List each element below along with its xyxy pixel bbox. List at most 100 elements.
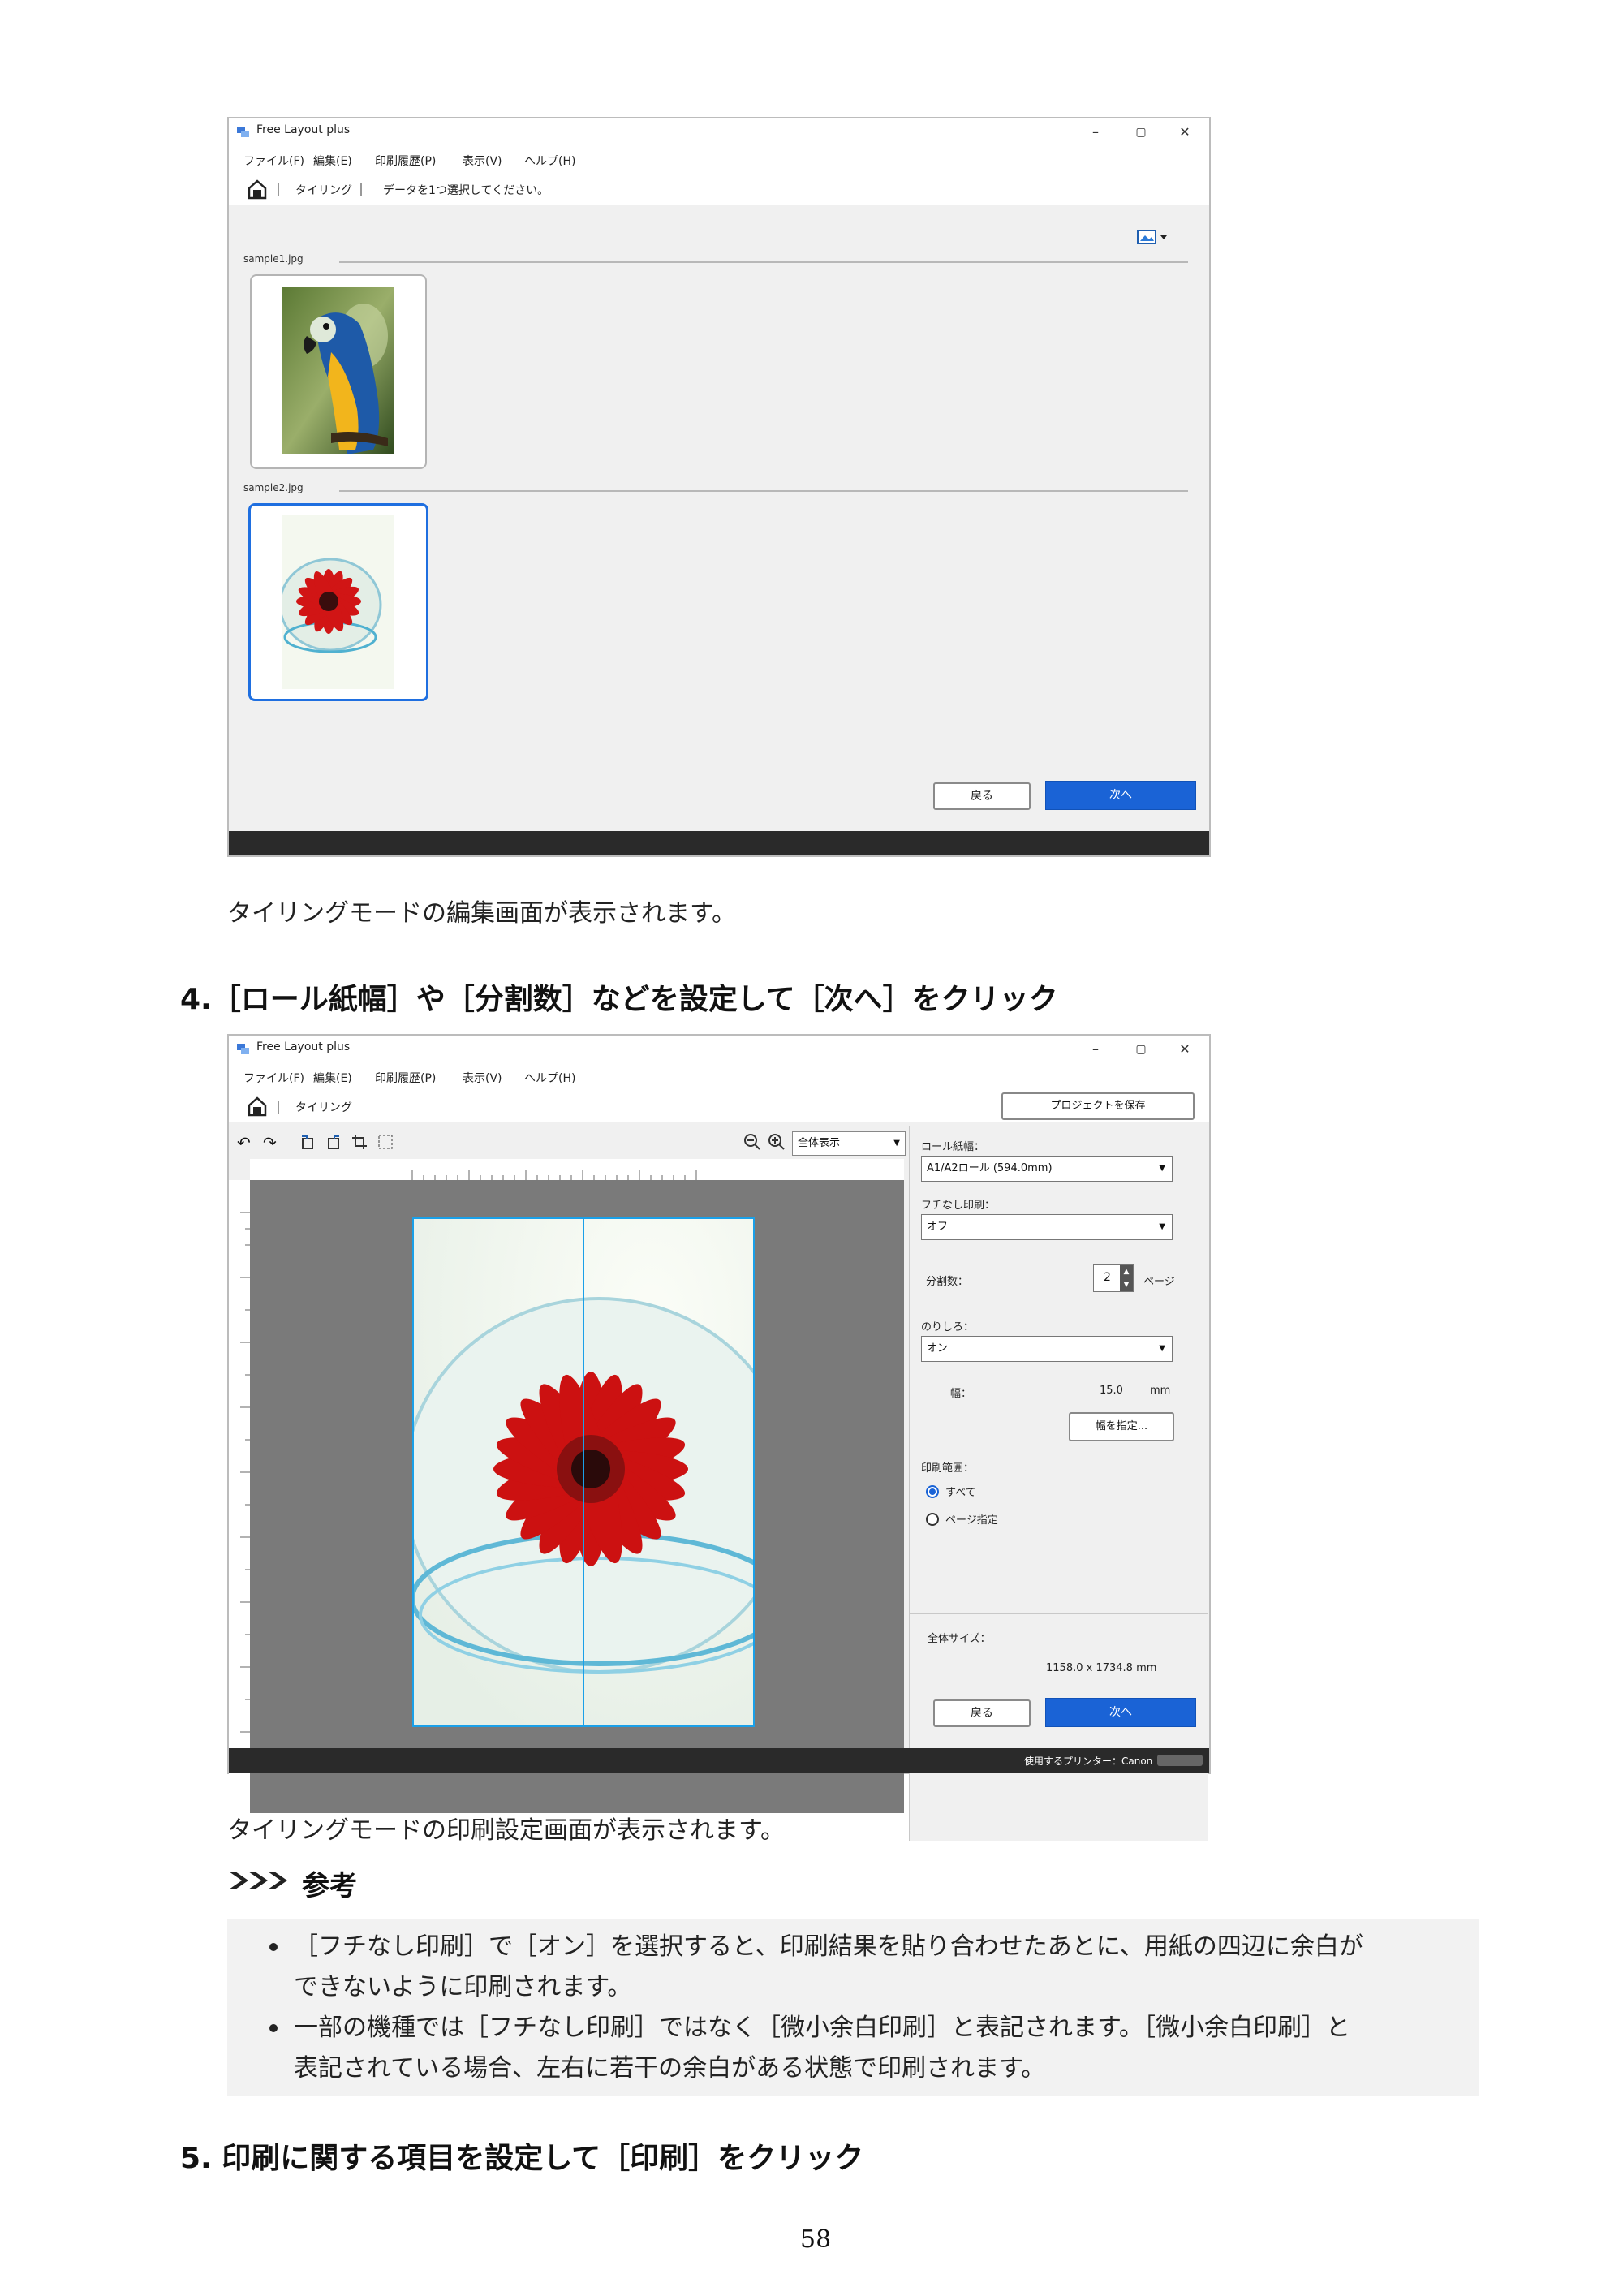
menu-print-history[interactable]: 印刷履歴(P) — [375, 1070, 436, 1086]
window-title: Free Layout plus — [256, 1040, 351, 1053]
step-4-heading: 4.［ロール紙幅］や［分割数］などを設定して［次へ］をクリック — [180, 983, 1058, 1016]
breadcrumb-tiling[interactable]: タイリング — [295, 182, 352, 198]
status-bar — [229, 831, 1209, 855]
undo-icon[interactable]: ↶ — [237, 1133, 255, 1152]
window-title: Free Layout plus — [256, 123, 351, 136]
borderless-label: フチなし印刷： — [921, 1200, 996, 1212]
tiling-select-window: Free Layout plus – ▢ ✕ ファイル(F) 編集(E) 印刷履… — [227, 117, 1211, 857]
thumbnail-sample2-selected[interactable] — [248, 503, 428, 701]
menu-view[interactable]: 表示(V) — [463, 1070, 502, 1086]
menu-bar: ファイル(F) 編集(E) 印刷履歴(P) 表示(V) ヘルプ(H) — [229, 1065, 1209, 1091]
close-button[interactable]: ✕ — [1160, 120, 1209, 144]
bullet — [269, 2024, 278, 2032]
menu-edit[interactable]: 編集(E) — [313, 153, 352, 169]
printer-label: 使用するプリンター：Canon — [1024, 1755, 1153, 1767]
menu-print-history[interactable]: 印刷履歴(P) — [375, 153, 436, 169]
crop-icon[interactable] — [351, 1133, 368, 1151]
print-range-label: 印刷範囲： — [921, 1462, 975, 1475]
panel-divider — [910, 1613, 1208, 1614]
breadcrumb-tiling[interactable]: タイリング — [295, 1099, 352, 1115]
back-button[interactable]: 戻る — [933, 782, 1031, 810]
caption-print-settings: タイリングモードの印刷設定画面が表示されます。 — [227, 1816, 785, 1845]
app-icon — [237, 1044, 249, 1054]
menu-edit[interactable]: 編集(E) — [313, 1070, 352, 1086]
instruction-text: データを1つ選択してください。 — [383, 184, 549, 197]
save-project-button[interactable]: プロジェクトを保存 — [1001, 1092, 1195, 1120]
menu-help[interactable]: ヘルプ(H) — [524, 153, 575, 169]
title-bar: Free Layout plus – ▢ ✕ — [229, 118, 1209, 148]
step-5-heading: 5. 印刷に関する項目を設定して［印刷］をクリック — [180, 2142, 864, 2175]
width-label: 幅： — [950, 1388, 972, 1400]
borderless-select[interactable]: オフ ▼ — [921, 1214, 1173, 1240]
app-icon — [237, 127, 249, 137]
menu-help[interactable]: ヘルプ(H) — [524, 1070, 575, 1086]
note-item-1-line-2: できないように印刷されます。 — [294, 1973, 632, 2001]
zoom-value: 全体表示 — [798, 1137, 841, 1149]
menu-file[interactable]: ファイル(F) — [243, 1070, 304, 1086]
preview-canvas[interactable] — [250, 1180, 904, 1813]
margin-select[interactable]: オン ▼ — [921, 1336, 1173, 1362]
tiling-print-settings-window: Free Layout plus – ▢ ✕ ファイル(F) 編集(E) 印刷履… — [227, 1034, 1211, 1841]
zoom-select[interactable]: 全体表示 ▼ — [792, 1131, 906, 1156]
range-all-label: すべて — [945, 1487, 976, 1499]
roll-width-select[interactable]: A1/A2ロール (594.0mm) ▼ — [921, 1156, 1173, 1182]
edit-toolbar: ↶ ↷ 全体表示 ▼ — [229, 1126, 906, 1159]
margin-label: のりしろ： — [921, 1321, 975, 1333]
next-button[interactable]: 次へ — [1045, 1698, 1196, 1727]
tile-page-1 — [412, 1217, 584, 1727]
range-pages-radio[interactable] — [926, 1513, 939, 1526]
printer-name-redacted — [1157, 1755, 1203, 1766]
tile-page-2 — [583, 1217, 755, 1727]
breadcrumb-separator — [278, 183, 279, 196]
breadcrumb-separator — [278, 1101, 279, 1114]
breadcrumb: タイリング プロジェクトを保存 — [229, 1091, 1209, 1122]
total-size-label: 全体サイズ： — [928, 1633, 991, 1645]
zoom-out-icon[interactable] — [743, 1133, 761, 1151]
specify-width-button[interactable]: 幅を指定... — [1069, 1412, 1174, 1441]
home-icon[interactable] — [247, 179, 268, 200]
note-item-1-line-1: ［フチなし印刷］で［オン］を選択すると、印刷結果を貼り合わせたあとに、用紙の四辺… — [294, 1932, 1363, 1961]
horizontal-ruler — [250, 1159, 904, 1181]
next-button[interactable]: 次へ — [1045, 781, 1196, 810]
thumbnail-sample1[interactable] — [250, 274, 427, 469]
note-arrows-icon — [229, 1872, 287, 1889]
minimize-button[interactable]: – — [1071, 1037, 1120, 1062]
divisions-stepper[interactable]: 2 ▲ ▼ — [1093, 1264, 1134, 1292]
maximize-button[interactable]: ▢ — [1117, 120, 1165, 144]
width-unit: mm — [1150, 1385, 1171, 1397]
minimize-button[interactable]: – — [1071, 120, 1120, 144]
rotate-left-icon[interactable] — [299, 1133, 316, 1151]
breadcrumb-separator — [360, 183, 362, 196]
range-all-radio[interactable] — [926, 1485, 939, 1498]
title-bar: Free Layout plus – ▢ ✕ — [229, 1036, 1209, 1065]
image-view-icon[interactable] — [1136, 229, 1169, 247]
chevron-down-icon: ▼ — [1159, 1164, 1165, 1173]
back-button[interactable]: 戻る — [933, 1699, 1031, 1727]
caption-edit-screen: タイリングモードの編集画面が表示されます。 — [227, 899, 736, 928]
group-label-sample2: sample2.jpg — [243, 482, 304, 493]
home-icon[interactable] — [247, 1096, 268, 1117]
stepper-arrows-icon[interactable]: ▲ ▼ — [1120, 1265, 1133, 1291]
status-bar: 使用するプリンター：Canon — [229, 1748, 1209, 1773]
group-divider — [339, 490, 1188, 492]
note-heading: 参考 — [302, 1870, 357, 1902]
rotate-right-icon[interactable] — [325, 1133, 342, 1151]
menu-bar: ファイル(F) 編集(E) 印刷履歴(P) 表示(V) ヘルプ(H) — [229, 148, 1209, 174]
maximize-button[interactable]: ▢ — [1117, 1037, 1165, 1062]
redo-icon[interactable]: ↷ — [263, 1133, 281, 1152]
menu-file[interactable]: ファイル(F) — [243, 153, 304, 169]
chevron-down-icon: ▼ — [893, 1139, 900, 1148]
roll-width-label: ロール紙幅： — [921, 1141, 985, 1153]
zoom-in-icon[interactable] — [768, 1133, 786, 1151]
fit-icon[interactable] — [377, 1133, 394, 1151]
divisions-unit: ページ — [1143, 1276, 1175, 1288]
close-button[interactable]: ✕ — [1160, 1037, 1209, 1062]
menu-view[interactable]: 表示(V) — [463, 153, 502, 169]
bullet — [269, 1943, 278, 1951]
roll-width-value: A1/A2ロール (594.0mm) — [927, 1162, 1053, 1174]
total-size-value: 1158.0 x 1734.8 mm — [1046, 1662, 1157, 1674]
chevron-down-icon: ▼ — [1159, 1222, 1165, 1231]
parrot-image — [282, 287, 394, 454]
range-pages-label: ページ指定 — [945, 1514, 998, 1527]
group-divider — [339, 261, 1188, 263]
